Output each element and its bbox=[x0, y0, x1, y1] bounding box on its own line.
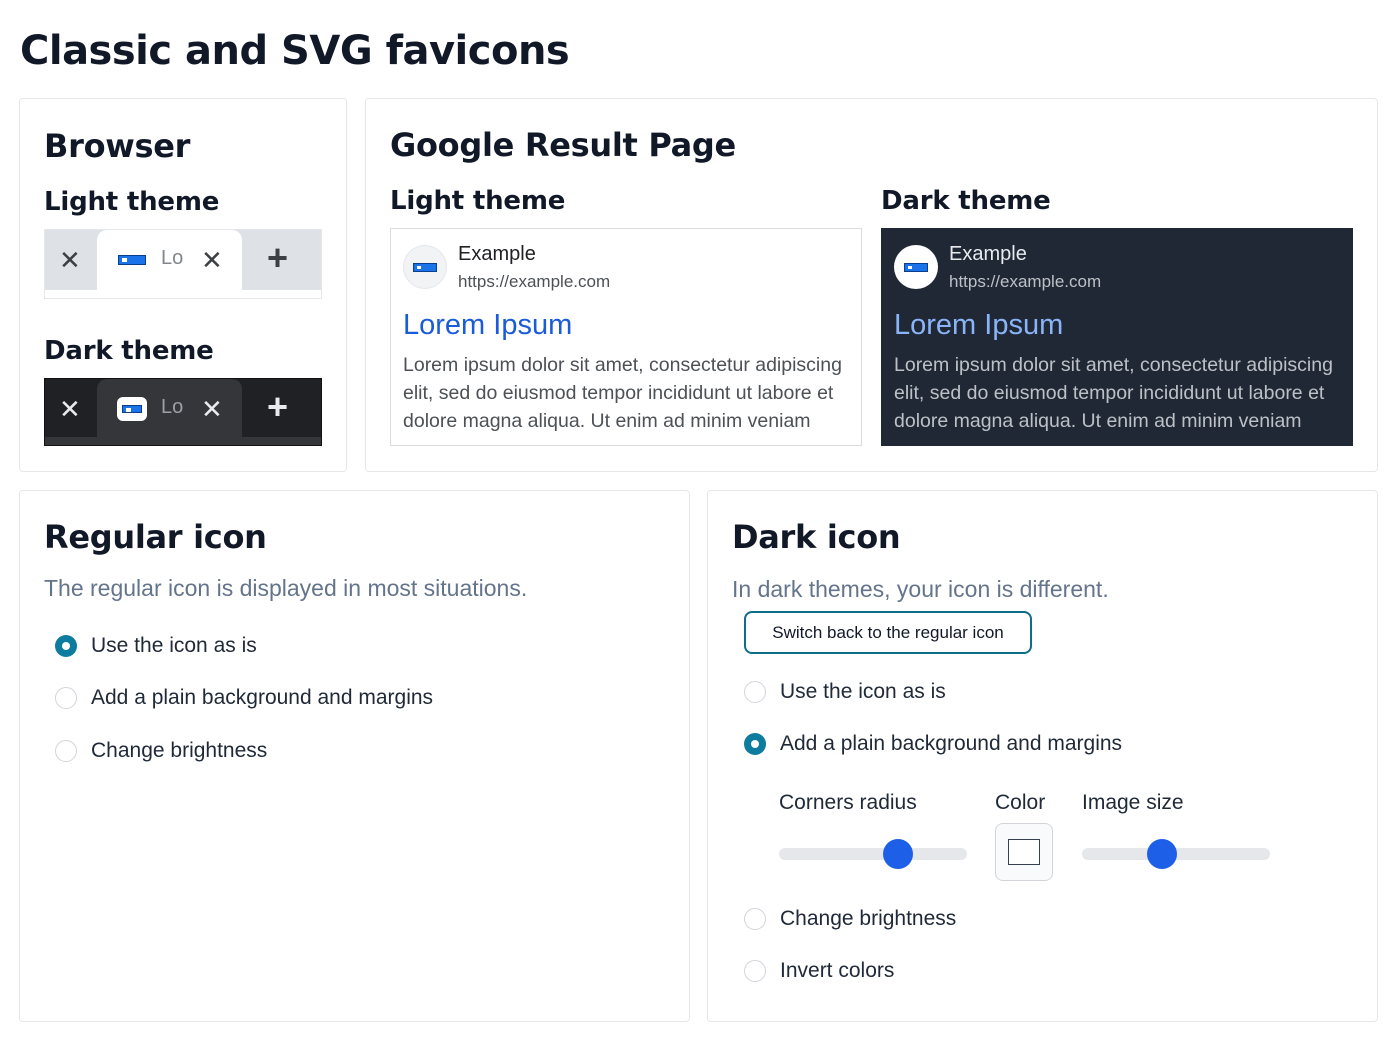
image-size-slider[interactable] bbox=[1082, 839, 1270, 869]
regular-option-brightness[interactable]: Change brightness bbox=[55, 739, 267, 763]
close-icon[interactable]: ✕ bbox=[59, 395, 81, 423]
browser-card: Browser Light theme ✕ Lorem Ipsum ✕ + Da… bbox=[19, 98, 347, 472]
option-label: Add a plain background and margins bbox=[91, 686, 434, 709]
result-url: https://example.com bbox=[458, 272, 611, 291]
dark-option-background[interactable]: Add a plain background and margins bbox=[744, 732, 1122, 756]
new-tab-plus-icon[interactable]: + bbox=[267, 389, 288, 425]
option-label: Change brightness bbox=[91, 739, 268, 762]
color-picker-button[interactable] bbox=[995, 823, 1053, 881]
favicon-icon bbox=[403, 245, 447, 289]
browser-light-theme-label: Light theme bbox=[44, 187, 220, 217]
result-snippet: Lorem ipsum dolor sit amet, consectetur … bbox=[894, 354, 1333, 432]
tabstrip-toolbar-edge bbox=[45, 437, 321, 445]
dark-option-invert[interactable]: Invert colors bbox=[744, 959, 894, 983]
radio-unchecked-icon[interactable] bbox=[55, 687, 77, 709]
favicon-icon bbox=[117, 248, 147, 272]
browser-heading: Browser bbox=[44, 127, 191, 165]
google-dark-theme-label: Dark theme bbox=[881, 186, 1051, 216]
slider-thumb[interactable] bbox=[1146, 839, 1177, 869]
favicon-icon bbox=[117, 397, 147, 421]
color-swatch bbox=[1008, 839, 1040, 865]
result-title-link[interactable]: Lorem Ipsum bbox=[894, 309, 1063, 342]
image-size-label: Image size bbox=[1082, 791, 1184, 814]
dark-option-as-is[interactable]: Use the icon as is bbox=[744, 680, 946, 704]
radio-unchecked-icon[interactable] bbox=[744, 681, 766, 703]
browser-tab[interactable]: Lorem Ipsum ✕ bbox=[97, 379, 242, 439]
favicon-icon bbox=[894, 245, 938, 289]
radio-checked-icon[interactable] bbox=[55, 635, 77, 657]
regular-option-background[interactable]: Add a plain background and margins bbox=[55, 686, 433, 710]
result-site-name: Example bbox=[949, 243, 1027, 265]
regular-icon-heading: Regular icon bbox=[44, 518, 267, 556]
regular-option-as-is[interactable]: Use the icon as is bbox=[55, 634, 257, 658]
google-heading: Google Result Page bbox=[390, 126, 736, 164]
page-title: Classic and SVG favicons bbox=[20, 28, 570, 74]
corners-radius-slider[interactable] bbox=[779, 839, 967, 869]
new-tab-plus-icon[interactable]: + bbox=[267, 240, 288, 276]
dark-browser-tabstrip: ✕ Lorem Ipsum ✕ + bbox=[44, 378, 322, 446]
radio-unchecked-icon[interactable] bbox=[55, 740, 77, 762]
option-label: Use the icon as is bbox=[780, 680, 946, 703]
regular-icon-subtitle: The regular icon is displayed in most si… bbox=[44, 575, 528, 601]
tab-close-icon[interactable]: ✕ bbox=[201, 246, 223, 274]
close-icon[interactable]: ✕ bbox=[59, 246, 81, 274]
dark-option-brightness[interactable]: Change brightness bbox=[744, 907, 956, 931]
tab-close-icon[interactable]: ✕ bbox=[201, 395, 223, 423]
radio-checked-icon[interactable] bbox=[744, 733, 766, 755]
option-label: Use the icon as is bbox=[91, 634, 257, 657]
dark-icon-subtitle: In dark themes, your icon is different. bbox=[732, 576, 1109, 602]
light-browser-tabstrip: ✕ Lorem Ipsum ✕ + bbox=[44, 229, 322, 299]
option-label: Add a plain background and margins bbox=[780, 732, 1123, 755]
result-site-name: Example bbox=[458, 243, 536, 265]
result-url: https://example.com bbox=[949, 272, 1102, 291]
serp-dark-preview: Example https://example.com Lorem Ipsum … bbox=[881, 228, 1353, 446]
dark-icon-heading: Dark icon bbox=[732, 518, 901, 556]
result-snippet: Lorem ipsum dolor sit amet, consectetur … bbox=[403, 354, 842, 432]
tab-label: Lorem Ipsum bbox=[161, 247, 183, 269]
radio-unchecked-icon[interactable] bbox=[744, 908, 766, 930]
option-label: Invert colors bbox=[780, 959, 895, 982]
corners-radius-label: Corners radius bbox=[779, 791, 917, 814]
serp-light-preview: Example https://example.com Lorem Ipsum … bbox=[390, 228, 862, 446]
option-label: Change brightness bbox=[780, 907, 957, 930]
radio-unchecked-icon[interactable] bbox=[744, 960, 766, 982]
browser-dark-theme-label: Dark theme bbox=[44, 336, 214, 366]
tab-label: Lorem Ipsum bbox=[161, 396, 183, 418]
browser-tab[interactable]: Lorem Ipsum ✕ bbox=[97, 230, 242, 292]
google-light-theme-label: Light theme bbox=[390, 186, 566, 216]
tabstrip-toolbar-edge bbox=[45, 290, 321, 298]
dark-icon-card bbox=[707, 490, 1378, 1022]
result-title-link[interactable]: Lorem Ipsum bbox=[403, 309, 572, 342]
switch-to-regular-button[interactable]: Switch back to the regular icon bbox=[744, 611, 1032, 654]
color-label: Color bbox=[995, 791, 1046, 814]
